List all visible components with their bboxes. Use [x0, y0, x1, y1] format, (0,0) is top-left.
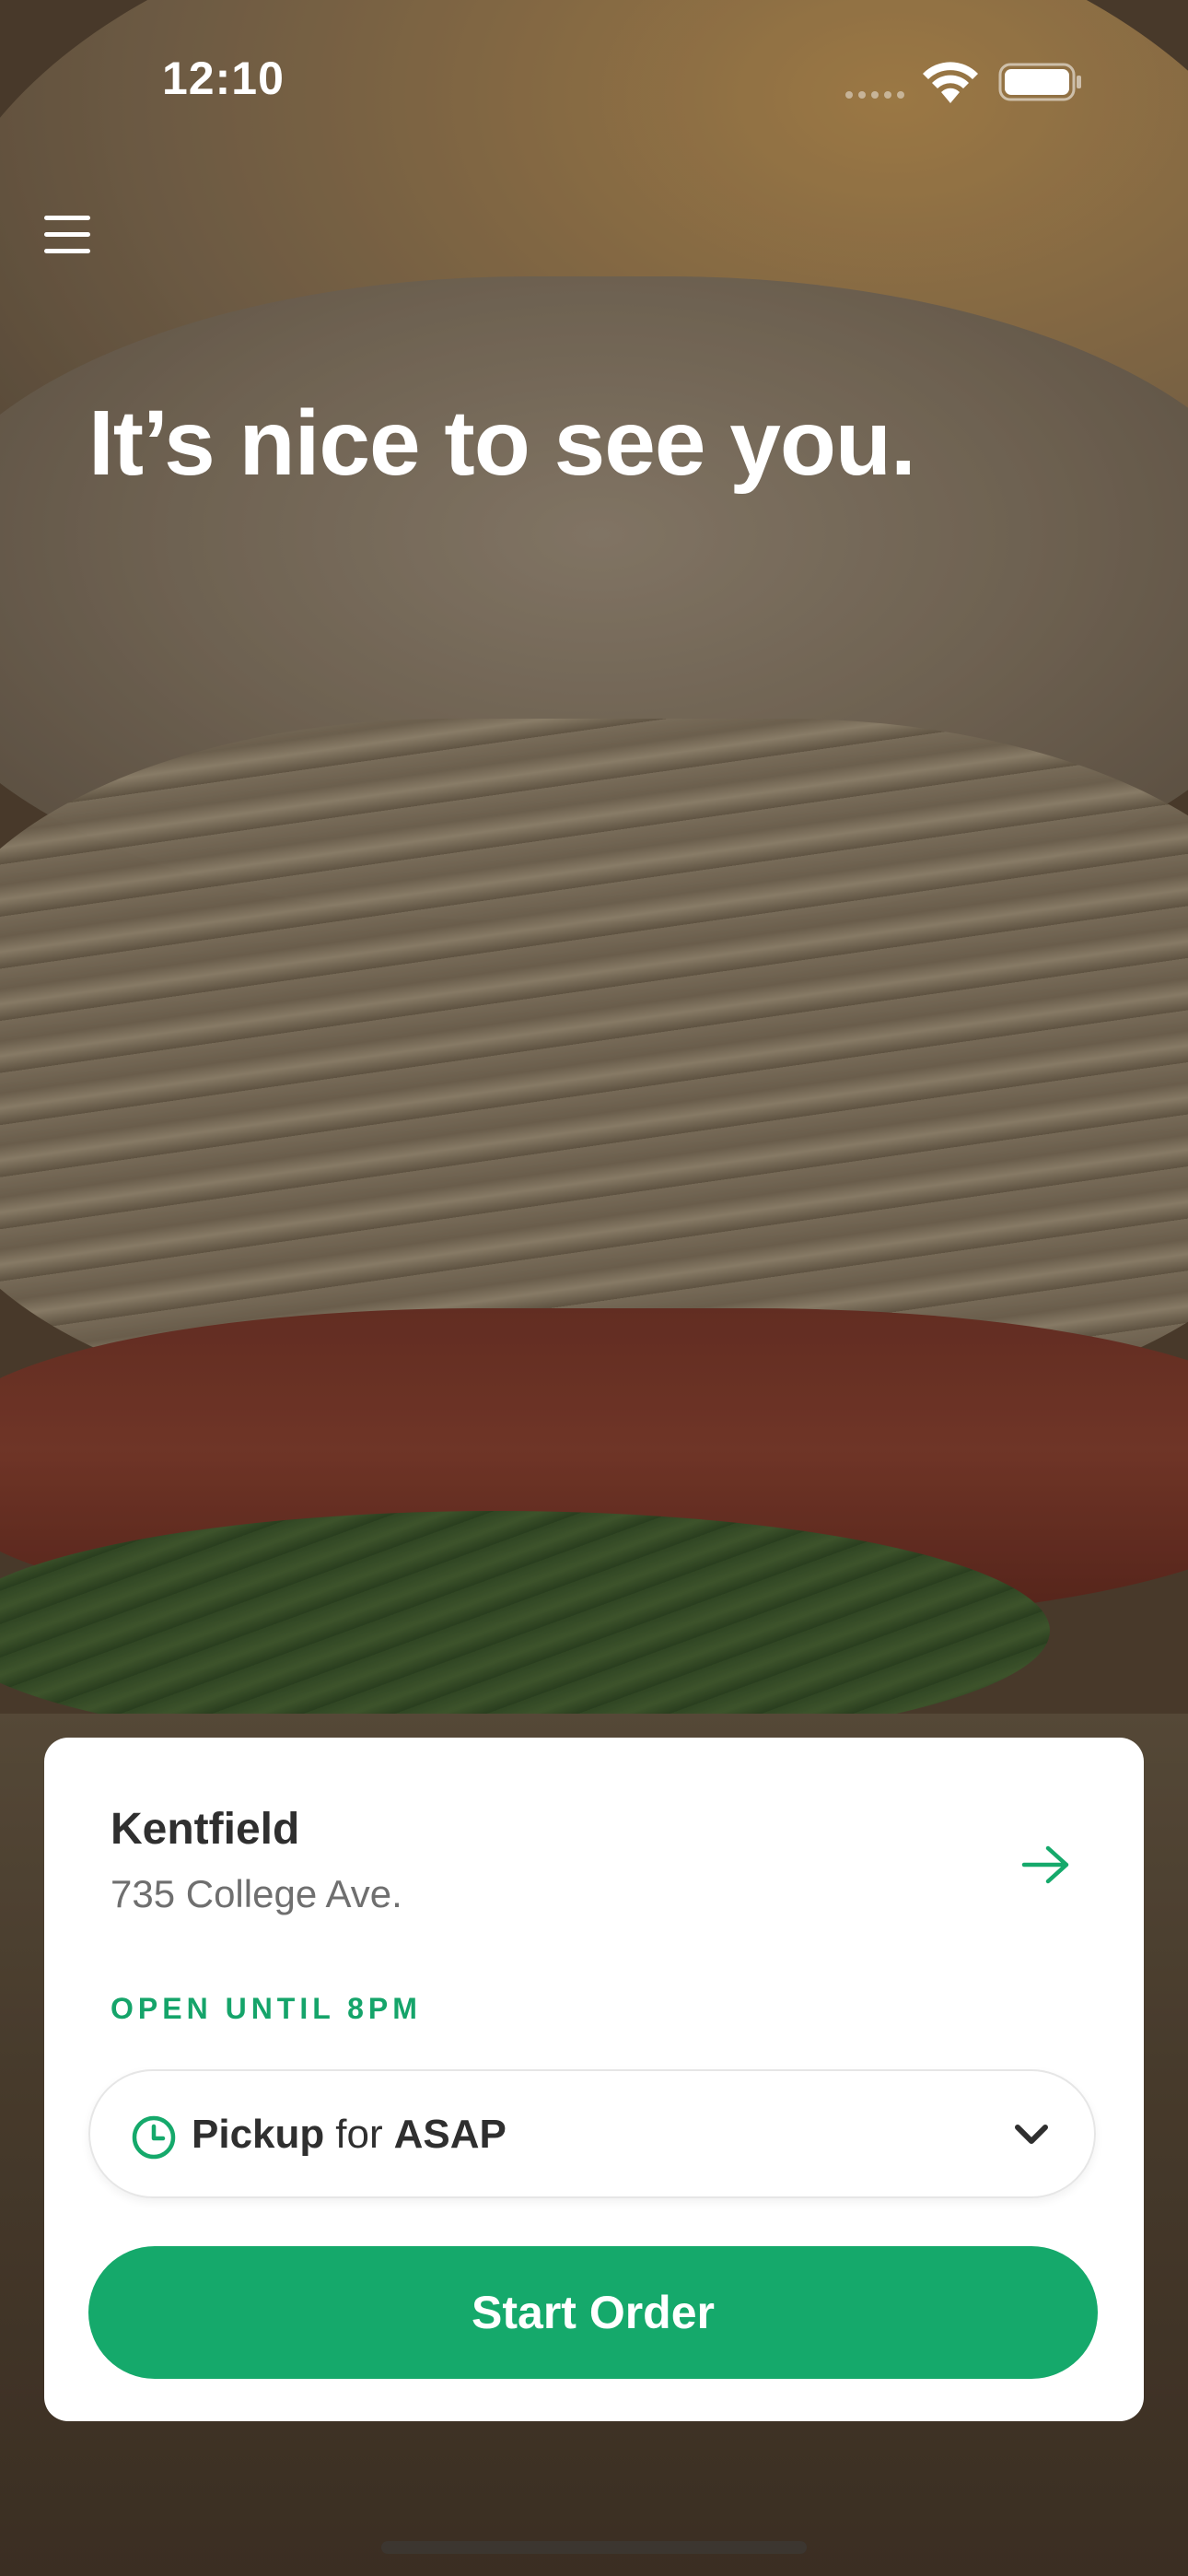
wifi-icon — [923, 62, 978, 103]
arrow-right-icon[interactable] — [1020, 1844, 1072, 1885]
store-hours: OPEN UNTIL 8PM — [111, 1992, 422, 2025]
store-card: Kentfield 735 College Ave. OPEN UNTIL 8P… — [44, 1738, 1144, 2421]
clock-icon — [132, 2115, 176, 2160]
greeting-heading: It’s nice to see you. — [88, 392, 916, 495]
order-connector: for — [335, 2112, 383, 2157]
home-screen: 12:10 It’s nice to see you. Kentfield 73… — [0, 0, 1188, 2576]
signal-icon — [845, 91, 904, 99]
order-type: Pickup — [192, 2112, 325, 2157]
order-time: ASAP — [393, 2112, 507, 2157]
status-time: 12:10 — [162, 53, 285, 104]
pickup-time-dropdown[interactable]: Pickup for ASAP — [88, 2069, 1096, 2198]
home-indicator — [381, 2541, 807, 2554]
battery-icon — [998, 63, 1081, 101]
chevron-down-icon — [1015, 2125, 1048, 2144]
menu-icon[interactable] — [44, 216, 90, 258]
start-order-button[interactable]: Start Order — [88, 2246, 1098, 2379]
store-address: 735 College Ave. — [111, 1872, 402, 1915]
pickup-summary: Pickup for ASAP — [192, 2112, 507, 2158]
store-name: Kentfield — [111, 1805, 300, 1854]
